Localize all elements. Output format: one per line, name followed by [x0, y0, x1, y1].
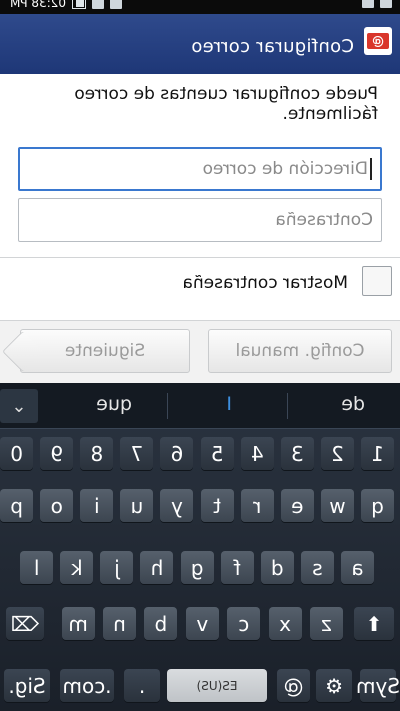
email-field[interactable]: Dirección de correo: [18, 147, 382, 191]
key-m[interactable]: m: [61, 607, 95, 640]
show-password-checkbox[interactable]: [362, 266, 392, 296]
suggestion-bar: de I que ⌄: [0, 383, 400, 429]
key-z[interactable]: z: [310, 607, 343, 640]
wifi-icon: [110, 0, 122, 9]
key-x[interactable]: x: [268, 607, 302, 640]
next-button[interactable]: Siguiente: [20, 329, 190, 373]
space-key[interactable]: ES(US): [167, 669, 267, 702]
key-q[interactable]: q: [361, 489, 394, 522]
delete-key[interactable]: ⌫: [6, 607, 44, 640]
status-icons-right: 02:38 PM: [10, 0, 122, 10]
key-f[interactable]: f: [220, 551, 254, 584]
key-o[interactable]: o: [40, 489, 74, 522]
key-1[interactable]: 1: [361, 437, 394, 470]
battery-icon: [72, 0, 86, 9]
description-text: Puede configurar cuentas de correo fácil…: [74, 84, 378, 124]
page-title: Configurar correo: [191, 36, 354, 57]
key-i[interactable]: i: [80, 489, 114, 522]
key-d[interactable]: d: [260, 551, 294, 584]
next-button-label: Siguiente: [64, 341, 146, 361]
key-a[interactable]: a: [341, 551, 374, 584]
keyboard: de I que ⌄ 1234567890 qwertyuiop asdfghjkl…: [0, 383, 400, 711]
button-bar: Config. manual Siguiente: [0, 321, 400, 383]
at-key[interactable]: @: [277, 669, 310, 702]
status-bar: 02:38 PM: [0, 0, 400, 14]
suggestion-2[interactable]: I: [226, 393, 232, 415]
key-t[interactable]: t: [200, 489, 234, 522]
key-8[interactable]: 8: [80, 437, 114, 470]
key-b[interactable]: b: [144, 607, 178, 640]
key-p[interactable]: p: [0, 489, 34, 522]
password-placeholder: Contraseña: [275, 210, 373, 230]
email-app-icon: @: [364, 27, 392, 55]
key-5[interactable]: 5: [200, 437, 234, 470]
password-field[interactable]: Contraseña: [18, 198, 382, 242]
key-4[interactable]: 4: [240, 437, 274, 470]
screen: 02:38 PM @ Configurar correo Puede confi…: [0, 0, 400, 711]
suggestion-3[interactable]: que: [96, 393, 132, 415]
key-6[interactable]: 6: [160, 437, 194, 470]
key-u[interactable]: u: [120, 489, 154, 522]
key-w[interactable]: w: [320, 489, 354, 522]
envelope-icon: @: [367, 33, 389, 49]
key-3[interactable]: 3: [280, 437, 314, 470]
key-c[interactable]: c: [227, 607, 261, 640]
suggestion-separator: [167, 393, 168, 419]
key-r[interactable]: r: [240, 489, 274, 522]
manual-setup-button[interactable]: Config. manual: [208, 329, 392, 373]
notification-icon: [380, 0, 392, 8]
usb-icon: [362, 0, 374, 8]
key-9[interactable]: 9: [40, 437, 74, 470]
key-2[interactable]: 2: [320, 437, 354, 470]
key-s[interactable]: s: [300, 551, 334, 584]
signal-icon: [92, 0, 104, 9]
key-y[interactable]: y: [160, 489, 194, 522]
status-icons-left: [362, 0, 392, 8]
dot-key[interactable]: .: [124, 669, 160, 702]
email-placeholder: Dirección de correo: [202, 159, 368, 179]
suggestion-separator: [287, 393, 288, 419]
key-l[interactable]: l: [20, 551, 54, 584]
divider: [0, 257, 400, 258]
status-time: 02:38 PM: [10, 0, 66, 10]
next-key[interactable]: Sig.: [4, 669, 50, 702]
key-j[interactable]: j: [100, 551, 134, 584]
settings-key[interactable]: ⚙: [316, 669, 352, 702]
key-n[interactable]: n: [103, 607, 136, 640]
sym-key[interactable]: Sym: [356, 669, 400, 702]
key-0[interactable]: 0: [0, 437, 34, 470]
key-e[interactable]: e: [280, 489, 314, 522]
key-v[interactable]: v: [185, 607, 219, 640]
key-g[interactable]: g: [180, 551, 214, 584]
collapse-keyboard-icon[interactable]: ⌄: [0, 389, 38, 423]
suggestion-1[interactable]: de: [341, 393, 365, 415]
key-7[interactable]: 7: [120, 437, 154, 470]
dotcom-key[interactable]: .com: [60, 669, 114, 702]
key-h[interactable]: h: [140, 551, 174, 584]
shift-key[interactable]: ⬆: [354, 607, 394, 640]
title-bar: @ Configurar correo: [0, 14, 400, 74]
show-password-label: Mostrar contraseña: [182, 273, 349, 293]
key-k[interactable]: k: [60, 551, 94, 584]
text-cursor: [370, 158, 372, 180]
